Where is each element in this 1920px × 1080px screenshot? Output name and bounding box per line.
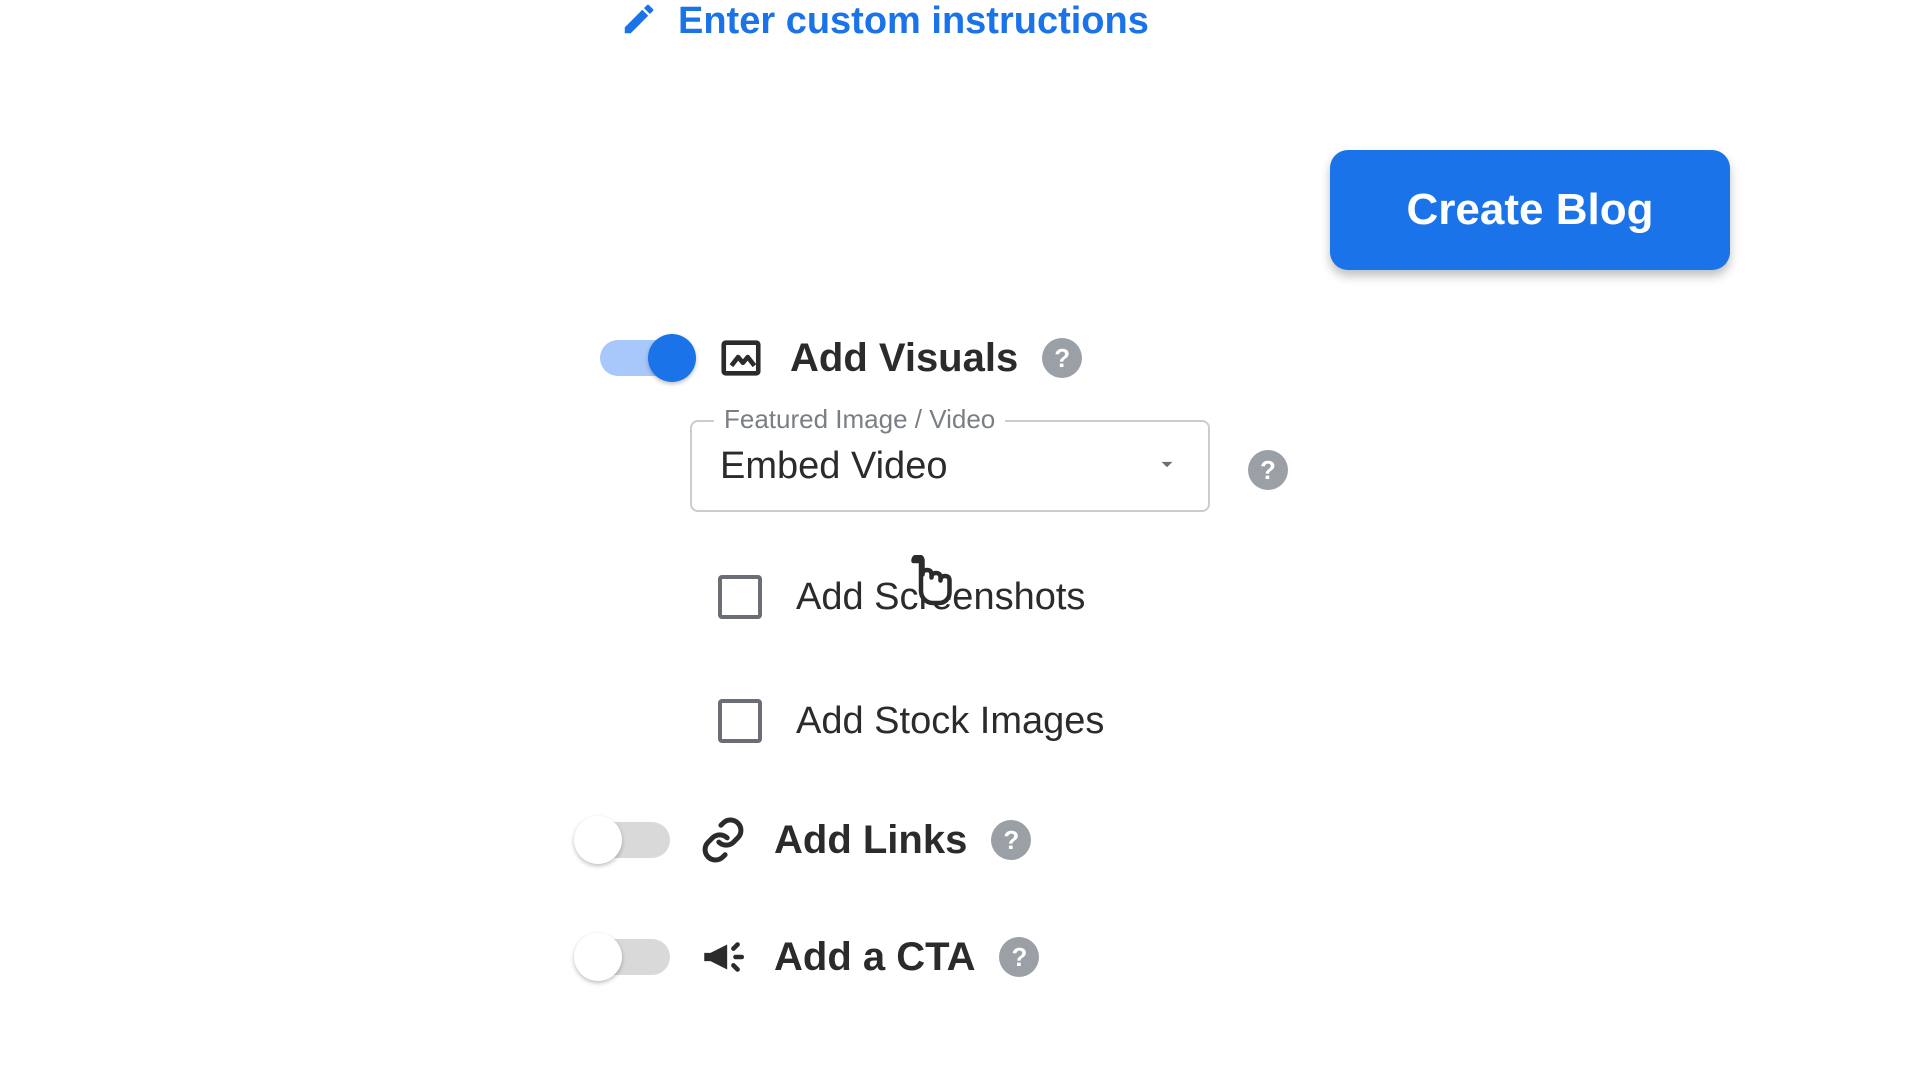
add-visuals-label: Add Visuals bbox=[790, 336, 1018, 381]
featured-media-help[interactable]: ? bbox=[1248, 450, 1288, 490]
add-stock-images-checkbox[interactable] bbox=[718, 699, 762, 743]
add-cta-label: Add a CTA bbox=[774, 935, 975, 980]
add-screenshots-option[interactable]: Add Screenshots bbox=[718, 575, 1085, 619]
add-cta-row: Add a CTA ? bbox=[580, 932, 1039, 982]
add-stock-images-option[interactable]: Add Stock Images bbox=[718, 699, 1104, 743]
add-screenshots-checkbox[interactable] bbox=[718, 575, 762, 619]
add-cta-help[interactable]: ? bbox=[999, 937, 1039, 977]
add-links-row: Add Links ? bbox=[580, 815, 1031, 865]
add-visuals-row: Add Visuals ? bbox=[600, 335, 1082, 381]
toggle-knob bbox=[574, 816, 622, 864]
custom-instructions-link[interactable]: Enter custom instructions bbox=[620, 0, 1149, 43]
add-screenshots-label: Add Screenshots bbox=[796, 576, 1085, 619]
add-visuals-help[interactable]: ? bbox=[1042, 338, 1082, 378]
image-icon bbox=[718, 335, 764, 381]
create-blog-button[interactable]: Create Blog bbox=[1330, 150, 1730, 270]
featured-media-value: Embed Video bbox=[720, 445, 947, 488]
megaphone-icon bbox=[698, 932, 748, 982]
toggle-knob bbox=[574, 933, 622, 981]
add-visuals-toggle[interactable] bbox=[600, 340, 690, 376]
link-icon bbox=[698, 815, 748, 865]
pencil-icon bbox=[620, 0, 658, 43]
featured-media-legend: Featured Image / Video bbox=[714, 404, 1005, 435]
add-stock-images-label: Add Stock Images bbox=[796, 700, 1104, 743]
add-links-help[interactable]: ? bbox=[991, 820, 1031, 860]
toggle-knob bbox=[648, 334, 696, 382]
add-links-label: Add Links bbox=[774, 818, 967, 863]
custom-instructions-label: Enter custom instructions bbox=[678, 0, 1149, 43]
chevron-down-icon bbox=[1154, 451, 1180, 482]
add-cta-toggle[interactable] bbox=[580, 939, 670, 975]
add-links-toggle[interactable] bbox=[580, 822, 670, 858]
featured-media-field: Featured Image / Video Embed Video bbox=[690, 420, 1210, 512]
